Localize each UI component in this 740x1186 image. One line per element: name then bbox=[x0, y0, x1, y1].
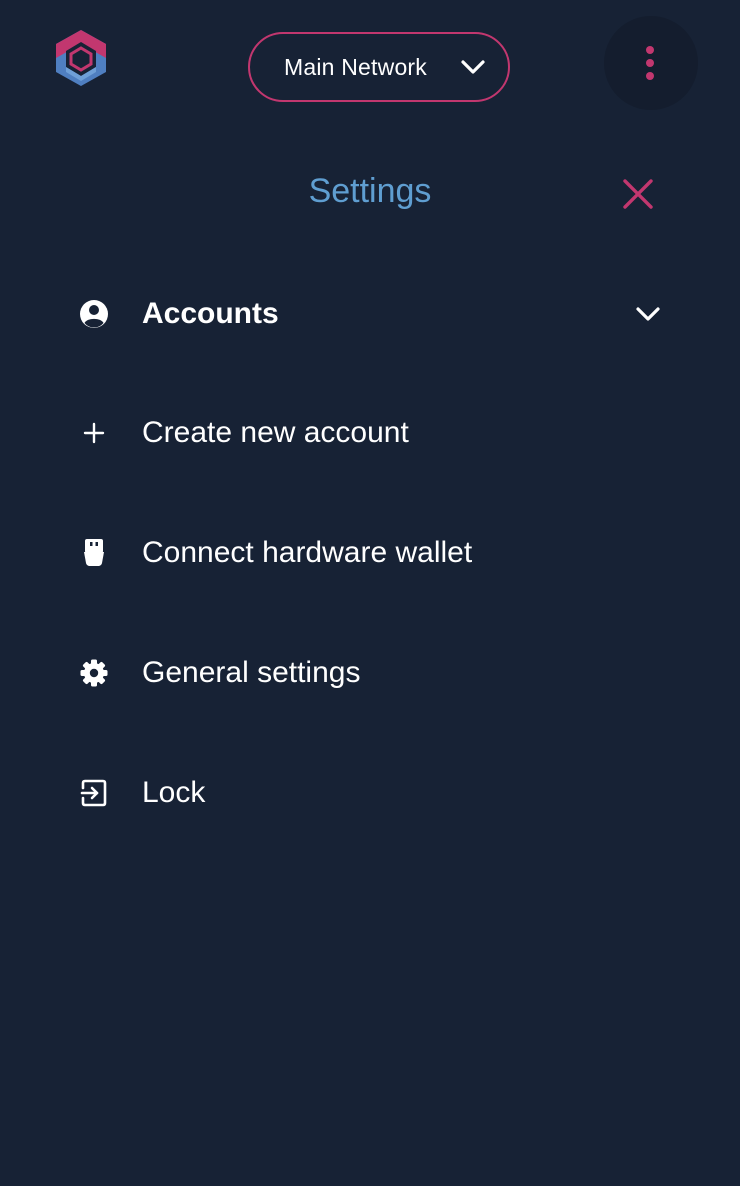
menu-item-accounts[interactable]: Accounts bbox=[72, 284, 672, 344]
kebab-dot bbox=[646, 59, 654, 67]
menu-item-lock[interactable]: Lock bbox=[72, 763, 672, 823]
hexagon-logo-icon bbox=[52, 28, 110, 90]
network-label: Main Network bbox=[284, 53, 427, 80]
kebab-dot bbox=[646, 46, 654, 54]
settings-screen: Main Network Settings Accounts Create ne… bbox=[0, 0, 740, 1186]
exit-icon bbox=[72, 771, 116, 815]
chevron-down-icon bbox=[460, 56, 486, 78]
kebab-dot bbox=[646, 72, 654, 80]
gear-icon bbox=[72, 651, 116, 695]
menu-item-create-account[interactable]: Create new account bbox=[72, 403, 672, 463]
close-icon[interactable] bbox=[620, 176, 656, 212]
menu-item-connect-hardware-wallet[interactable]: Connect hardware wallet bbox=[72, 523, 672, 583]
menu-item-label: General settings bbox=[142, 656, 361, 689]
menu-item-label: Accounts bbox=[142, 297, 279, 330]
chevron-down-icon[interactable] bbox=[634, 303, 662, 325]
account-circle-icon bbox=[72, 292, 116, 336]
usb-plug-icon bbox=[72, 531, 116, 575]
plus-icon bbox=[72, 411, 116, 455]
menu-item-label: Connect hardware wallet bbox=[142, 536, 473, 569]
menu-item-label: Create new account bbox=[142, 416, 409, 449]
network-selector[interactable]: Main Network bbox=[248, 32, 510, 102]
kebab-menu-icon[interactable] bbox=[604, 16, 698, 110]
menu-item-label: Lock bbox=[142, 776, 206, 809]
menu-item-general-settings[interactable]: General settings bbox=[72, 643, 672, 703]
